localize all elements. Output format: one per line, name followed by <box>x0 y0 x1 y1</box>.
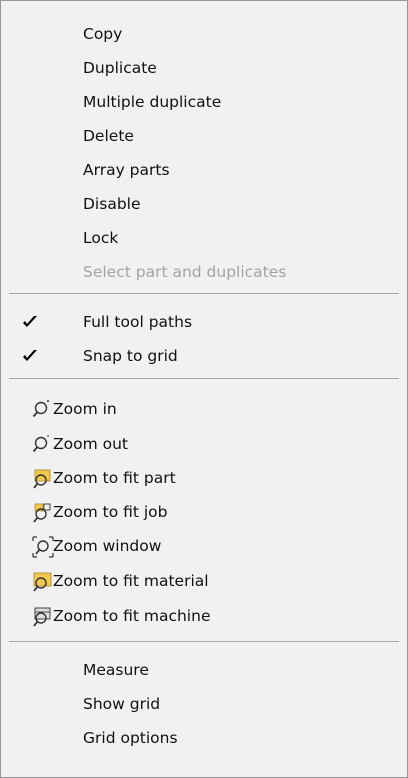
menu-item-label: Grid options <box>83 729 178 747</box>
menu-item-label: Full tool paths <box>83 313 193 331</box>
menu-item-label: Lock <box>83 229 119 247</box>
menu-item-zoom-window[interactable]: Zoom window <box>1 529 407 563</box>
checkmark-icon <box>23 350 37 361</box>
menu-item-zoom-in[interactable]: Zoom in <box>1 392 407 426</box>
menu-item-label: Delete <box>83 127 134 145</box>
menu-item-duplicate[interactable]: Duplicate <box>1 51 407 85</box>
menu-item-zoom-to-fit-part[interactable]: Zoom to fit part <box>1 461 407 495</box>
menu-separator <box>9 378 399 379</box>
menu-item-zoom-to-fit-machine[interactable]: Zoom to fit machine <box>1 599 407 633</box>
menu-item-zoom-to-fit-job[interactable]: Zoom to fit job <box>1 495 407 529</box>
menu-item-label: Measure <box>83 661 149 679</box>
menu-item-array-parts[interactable]: Array parts <box>1 153 407 187</box>
menu-item-label: Zoom to fit part <box>53 469 176 487</box>
zoom-window-icon <box>32 536 54 558</box>
zoom-fit-part-icon <box>33 469 51 489</box>
menu-item-disable[interactable]: Disable <box>1 187 407 221</box>
menu-item-label: Zoom in <box>53 400 117 418</box>
menu-item-label: Zoom to fit job <box>53 503 168 521</box>
menu-item-select-part-and-duplicates: Select part and duplicates <box>1 255 407 289</box>
menu-item-zoom-to-fit-material[interactable]: Zoom to fit material <box>1 564 407 598</box>
menu-item-full-tool-paths[interactable]: Full tool paths <box>1 305 407 339</box>
menu-item-zoom-out[interactable]: Zoom out <box>1 427 407 461</box>
menu-item-label: Show grid <box>83 695 161 713</box>
zoom-out-icon <box>32 435 49 453</box>
checkmark-icon <box>23 316 37 327</box>
context-menu: Copy Duplicate Multiple duplicate Delete… <box>0 0 408 778</box>
menu-separator <box>9 641 399 642</box>
zoom-in-icon <box>32 400 49 418</box>
zoom-fit-job-icon <box>33 503 51 523</box>
menu-item-show-grid[interactable]: Show grid <box>1 687 407 721</box>
zoom-fit-machine-icon <box>33 607 51 627</box>
menu-item-label: Duplicate <box>83 59 157 77</box>
menu-item-label: Array parts <box>83 161 170 179</box>
menu-item-delete[interactable]: Delete <box>1 119 407 153</box>
menu-item-label: Zoom to fit material <box>53 572 209 590</box>
menu-item-label: Multiple duplicate <box>83 93 222 111</box>
menu-item-label: Zoom out <box>53 435 128 453</box>
menu-item-label: Copy <box>83 25 123 43</box>
menu-item-snap-to-grid[interactable]: Snap to grid <box>1 339 407 373</box>
menu-item-measure[interactable]: Measure <box>1 653 407 687</box>
zoom-fit-material-icon <box>33 572 52 592</box>
menu-item-copy[interactable]: Copy <box>1 17 407 51</box>
menu-item-grid-options[interactable]: Grid options <box>1 721 407 755</box>
menu-item-multiple-duplicate[interactable]: Multiple duplicate <box>1 85 407 119</box>
menu-item-label: Zoom to fit machine <box>53 607 211 625</box>
menu-item-lock[interactable]: Lock <box>1 221 407 255</box>
menu-separator <box>9 293 399 294</box>
menu-item-label: Select part and duplicates <box>83 263 287 281</box>
menu-item-label: Snap to grid <box>83 347 178 365</box>
menu-item-label: Zoom window <box>53 537 162 555</box>
menu-item-label: Disable <box>83 195 141 213</box>
